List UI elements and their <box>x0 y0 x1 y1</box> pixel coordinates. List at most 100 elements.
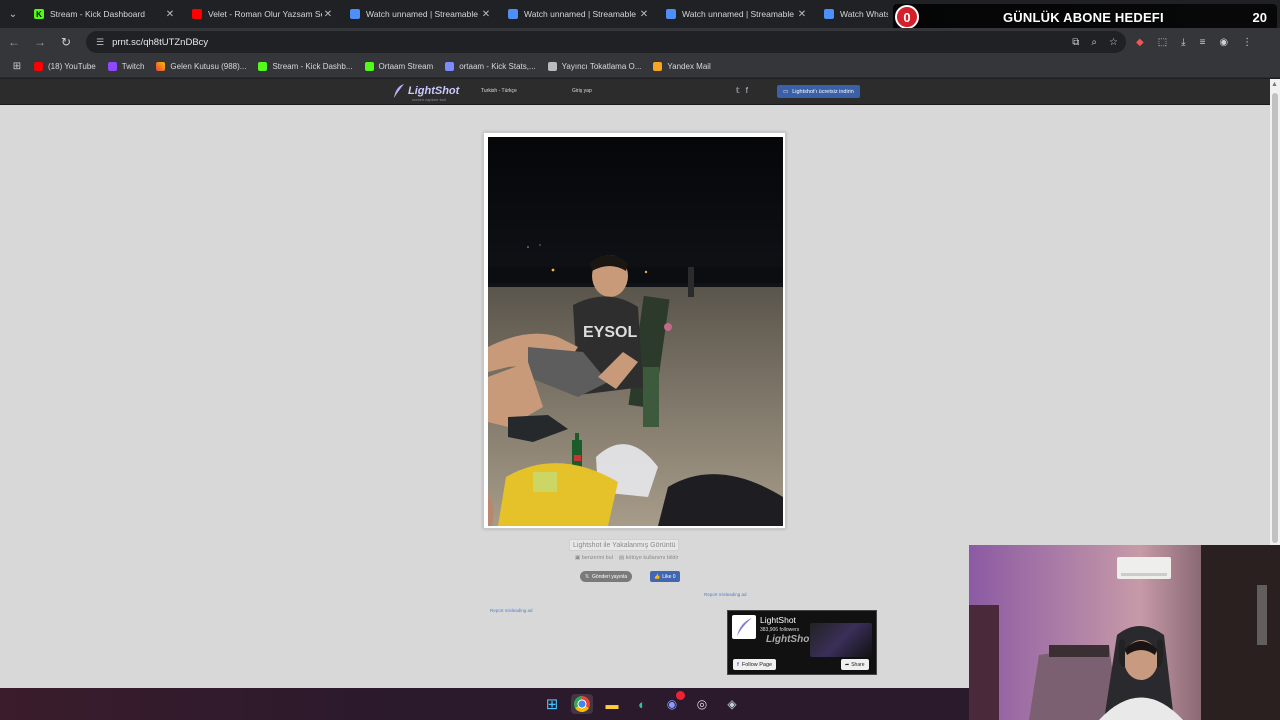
chrome-taskbar-button[interactable] <box>571 694 593 714</box>
bookmark-star-icon[interactable]: ☆ <box>1109 37 1118 48</box>
extensions-puzzle-icon[interactable]: ⬚ <box>1158 37 1167 48</box>
chevron-down-icon: ⌄ <box>8 8 18 20</box>
app-icon[interactable]: ◎ <box>691 694 713 714</box>
lightshot-logo[interactable]: LightShot screen capture tool <box>392 83 459 102</box>
fb-cover-logo: LightShot <box>766 634 813 645</box>
media-control-icon[interactable]: ≡ <box>1200 37 1206 48</box>
download-icon[interactable]: ⤓ <box>1181 37 1185 48</box>
login-link[interactable]: Giriş yap <box>572 88 592 94</box>
gmail-icon <box>156 62 166 71</box>
fb-share-button[interactable]: ➦ Share <box>841 659 869 670</box>
windows-taskbar: ⊞ ▬ ◐ ◉ ◎ ◈ <box>0 688 969 720</box>
x-logo-icon: 𝕏 <box>585 573 590 580</box>
screen: ⌄ K Stream - Kick Dashboard ✕ Velet - Ro… <box>0 0 1280 720</box>
back-button[interactable]: ← <box>2 30 26 54</box>
close-icon[interactable]: ✕ <box>480 9 492 20</box>
kick-icon <box>258 62 268 71</box>
streamable-icon <box>350 9 360 19</box>
stats-icon <box>445 62 455 71</box>
streamable-icon <box>666 9 676 19</box>
lightshot-header: LightShot screen capture tool Turkish - … <box>0 79 1270 105</box>
fb-follow-button[interactable]: f Follow Page <box>733 659 777 670</box>
windows-start-icon[interactable]: ⊞ <box>541 694 563 714</box>
arrow-left-icon: ← <box>8 35 20 49</box>
reload-button[interactable]: ↻ <box>54 30 78 54</box>
file-explorer-icon[interactable]: ▬ <box>601 694 623 714</box>
tweet-button[interactable]: 𝕏 Gönderi yayınla <box>580 571 633 582</box>
facebook-like-button[interactable]: 👍 Like 0 <box>650 571 680 582</box>
scroll-thumb[interactable] <box>1272 93 1278 543</box>
steam-icon[interactable]: ◈ <box>721 694 743 714</box>
edge-icon[interactable]: ◐ <box>631 694 653 714</box>
forward-button[interactable]: → <box>28 30 52 54</box>
tab-search-button[interactable]: ⌄ <box>0 0 26 28</box>
install-app-icon[interactable]: ⧉ <box>1072 37 1079 48</box>
bookmark-kick-dashboard[interactable]: Stream - Kick Dashb... <box>258 62 353 71</box>
profile-avatar-icon[interactable]: ◉ <box>1219 37 1228 48</box>
tab-strip: ⌄ K Stream - Kick Dashboard ✕ Velet - Ro… <box>0 0 1280 30</box>
tab-streamable-3[interactable]: Watch unnamed | Streamable ✕ <box>658 0 816 28</box>
language-select[interactable]: Turkish - Türkçe <box>481 88 517 94</box>
goal-target: 20 <box>1252 9 1267 25</box>
bookmark-twitch[interactable]: Twitch <box>107 62 144 71</box>
fb-page-name[interactable]: LightShot <box>760 615 796 625</box>
discord-icon[interactable]: ◉ <box>661 691 685 714</box>
facebook-icon[interactable]: f <box>746 86 748 95</box>
tab-streamable-2[interactable]: Watch unnamed | Streamable ✕ <box>500 0 658 28</box>
close-icon[interactable]: ✕ <box>164 9 176 20</box>
bookmarks-bar: ⊞ (18) YouTube Twitch Gelen Kutusu (988)… <box>0 56 1280 78</box>
site-info-icon[interactable]: ☰ <box>96 37 104 48</box>
close-icon[interactable]: ✕ <box>322 9 334 20</box>
menu-dots-icon[interactable]: ⋮ <box>1242 37 1252 48</box>
goal-count: 0 <box>895 5 919 29</box>
close-icon[interactable]: ✕ <box>638 9 650 20</box>
feather-icon <box>737 618 752 636</box>
globe-icon <box>547 62 557 71</box>
streamable-icon <box>508 9 518 19</box>
report-ad-link-2[interactable]: Report misleading ad <box>490 608 533 613</box>
arrow-right-icon: → <box>34 35 46 49</box>
night-beach-photo: EYSOL <box>488 137 783 526</box>
svg-text:EYSOL: EYSOL <box>583 324 637 341</box>
bookmark-tokatlama[interactable]: Yayıncı Tokatlama O... <box>547 62 641 71</box>
bookmark-yandex-mail[interactable]: Yandex Mail <box>653 62 711 71</box>
tab-youtube-velet[interactable]: Velet - Roman Olur Yazsam Ser ✕ <box>184 0 342 28</box>
goal-title: GÜNLÜK ABONE HEDEFI <box>1003 9 1164 25</box>
tab-whatsapp[interactable]: Watch WhatsAp <box>816 0 896 28</box>
webcam-feed <box>969 545 1280 720</box>
screenshot-image[interactable]: EYSOL <box>488 137 783 526</box>
facebook-page-widget: LightShot 383,906 followers LightShot f … <box>727 610 877 675</box>
lightshot-avatar[interactable] <box>732 615 756 639</box>
report-abuse-link[interactable]: ▤ kötüye kullanımı bildir <box>619 555 679 561</box>
webcam-overlay <box>969 545 1280 720</box>
extension-icon[interactable]: ◆ <box>1136 37 1144 48</box>
camera-icon: ▣ <box>575 555 582 561</box>
kick-icon <box>364 62 374 71</box>
kick-icon: K <box>34 9 44 19</box>
bookmark-ortaam-stream[interactable]: Ortaam Stream <box>364 62 433 71</box>
address-bar[interactable]: ☰ prnt.sc/qh8tUTZnDBcy ⧉ ⌕ ☆ <box>86 31 1126 53</box>
bookmark-kick-stats[interactable]: ortaam - Kick Stats,... <box>445 62 536 71</box>
bookmark-gmail[interactable]: Gelen Kutusu (988)... <box>156 62 246 71</box>
twitch-icon <box>107 62 117 71</box>
streamable-icon <box>824 9 834 19</box>
facebook-icon: f <box>737 661 739 668</box>
download-button[interactable]: ▭ Lightshot'ı ücretsiz indirin <box>777 85 860 98</box>
bookmark-youtube[interactable]: (18) YouTube <box>34 62 96 71</box>
find-similar-link[interactable]: ▣ benzerini bul <box>575 555 613 561</box>
browser-toolbar: ← → ↻ ☰ prnt.sc/qh8tUTZnDBcy ⧉ ⌕ ☆ ◆ ⬚ ⤓… <box>0 28 1280 56</box>
scroll-up-icon[interactable]: ▲ <box>1271 81 1278 88</box>
notification-badge <box>676 691 685 700</box>
image-caption: Lightshot ile Yakalanmış Görüntü <box>569 539 680 551</box>
mail-icon <box>653 62 663 71</box>
tab-streamable-1[interactable]: Watch unnamed | Streamable ✕ <box>342 0 500 28</box>
twitter-icon[interactable]: 𝕥 <box>736 86 740 95</box>
zoom-icon[interactable]: ⌕ <box>1091 37 1097 48</box>
feather-icon <box>394 84 404 98</box>
close-icon[interactable]: ✕ <box>796 9 808 20</box>
share-icon: ➦ <box>845 661 850 668</box>
url-text: prnt.sc/qh8tUTZnDBcy <box>112 36 209 48</box>
apps-grid-icon[interactable]: ⊞ <box>0 61 34 72</box>
tab-kick-dashboard[interactable]: K Stream - Kick Dashboard ✕ <box>26 0 184 28</box>
report-ad-link-1[interactable]: Report misleading ad <box>704 592 747 597</box>
